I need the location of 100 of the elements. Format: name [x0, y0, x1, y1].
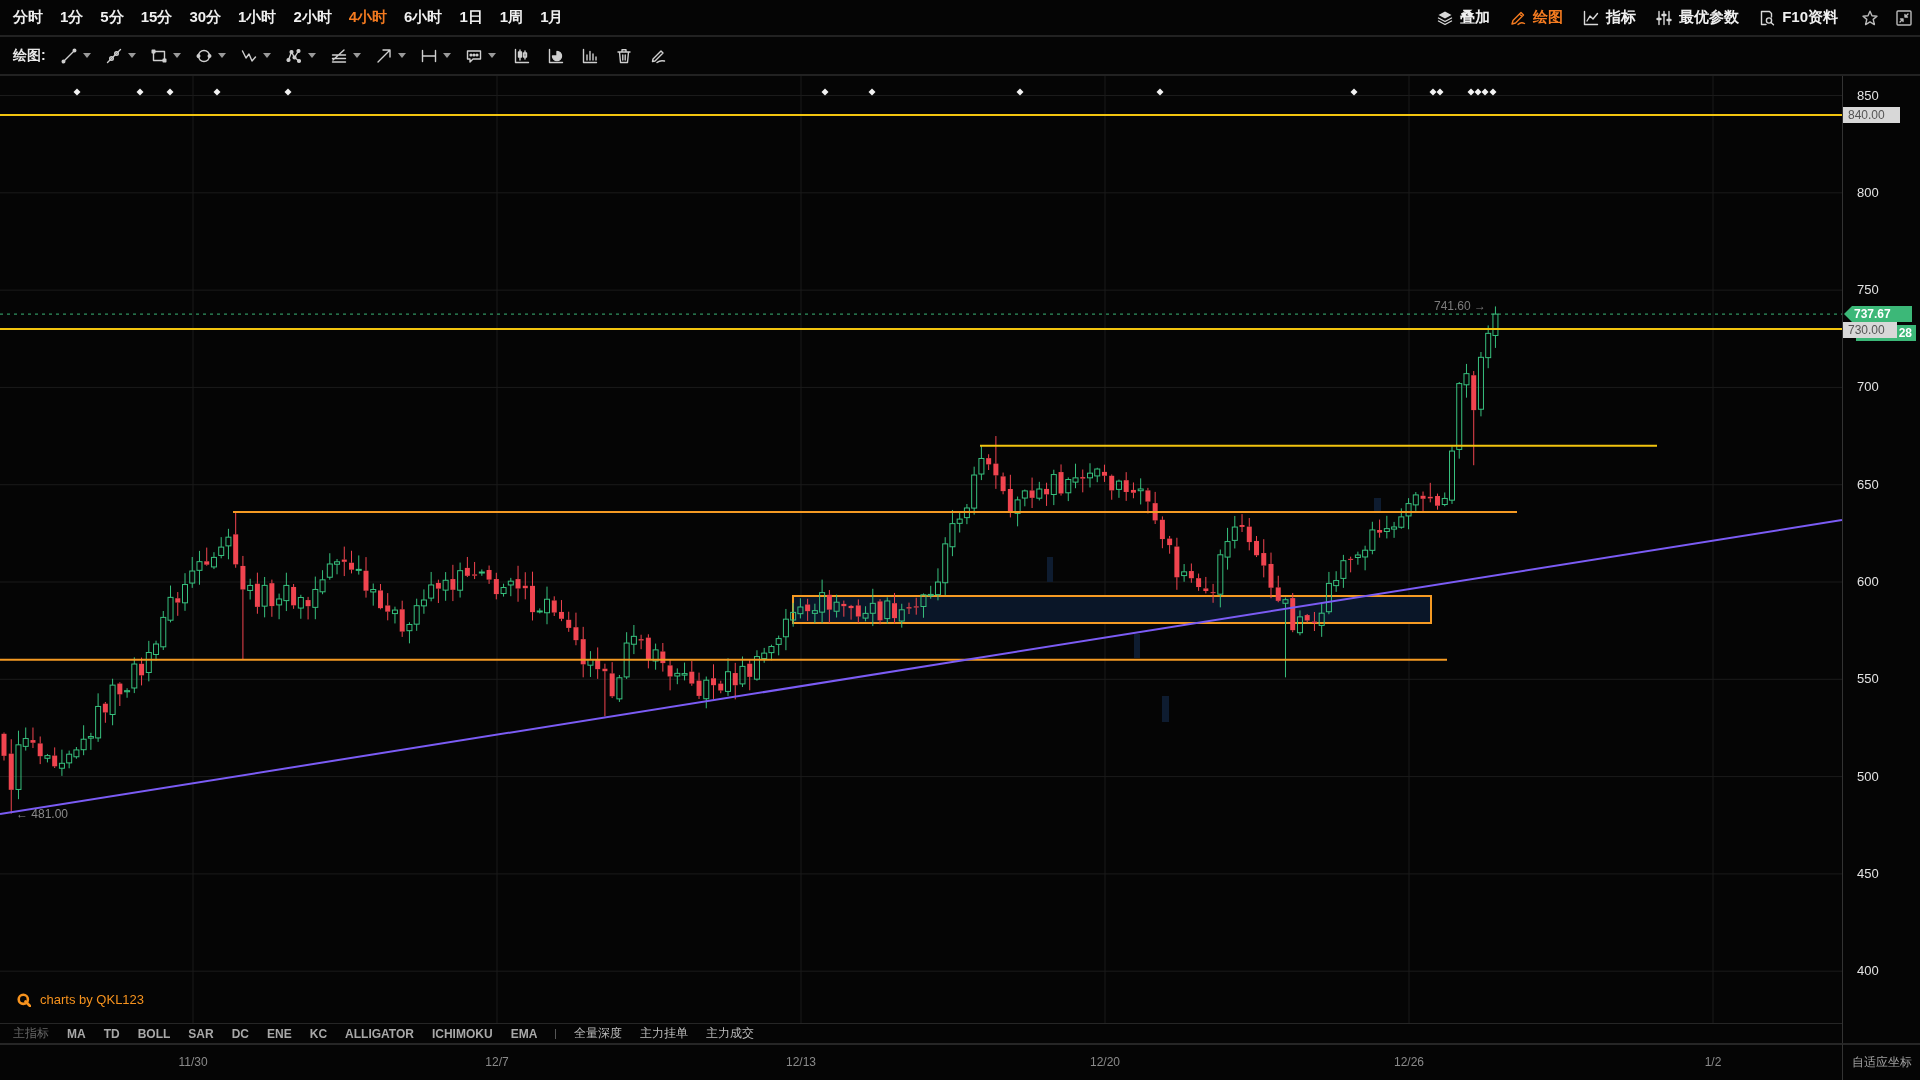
event-marker	[868, 88, 876, 96]
period-tab[interactable]: 分时	[13, 8, 43, 27]
depth-link[interactable]: 主力成交	[706, 1025, 755, 1042]
indicator-label: 主指标	[13, 1025, 49, 1042]
indicator-link[interactable]: ICHIMOKU	[431, 1026, 493, 1041]
caret-icon[interactable]	[127, 53, 136, 58]
caret-icon[interactable]	[442, 53, 451, 58]
event-marker	[136, 88, 144, 96]
shaded-bar	[1134, 634, 1140, 658]
date-label: 12/26	[1394, 1055, 1424, 1069]
price-tick-label: 550	[1857, 671, 1879, 687]
price-tick-label: 750	[1857, 282, 1879, 298]
last-price-tag: 737.67	[1844, 306, 1912, 322]
period-tab[interactable]: 15分	[140, 8, 173, 27]
price-tick-label: 700	[1857, 379, 1879, 395]
indicator-link[interactable]: ALLIGATOR	[345, 1026, 414, 1041]
trash-icon[interactable]	[615, 47, 632, 64]
price-level-tag: 730.00	[1843, 322, 1897, 338]
credit-text: charts by QKL123	[40, 992, 145, 1007]
toolbar-label: 绘图:	[13, 46, 46, 65]
period-tab[interactable]: 30分	[189, 8, 222, 27]
price-tick-label: 800	[1857, 184, 1879, 200]
event-marker	[1156, 88, 1164, 96]
speech-bubble-icon[interactable]	[465, 47, 482, 64]
diagonal-line-icon[interactable]	[60, 47, 77, 64]
period-tab[interactable]: 4小时	[348, 8, 388, 27]
indicator-link[interactable]: TD	[103, 1026, 120, 1041]
event-marker	[213, 88, 221, 96]
line-with-points-icon[interactable]	[105, 47, 122, 64]
measure-icon[interactable]	[420, 47, 437, 64]
price-tick-label: 400	[1857, 963, 1879, 979]
date-label: 12/13	[786, 1055, 816, 1069]
shaded-bar	[1374, 498, 1381, 512]
caret-icon[interactable]	[397, 53, 406, 58]
price-tick-label: 600	[1857, 574, 1879, 589]
zigzag-icon[interactable]	[240, 47, 257, 64]
low-price-note: ← 481.00	[16, 807, 69, 821]
price-tick-label: 850	[1857, 87, 1879, 103]
collapse-icon[interactable]	[1896, 9, 1912, 26]
date-label: 12/20	[1090, 1055, 1120, 1069]
toolbar-button[interactable]: 叠加	[1437, 8, 1491, 27]
period-tab[interactable]: 1日	[459, 8, 483, 27]
indicator-link[interactable]: DC	[231, 1026, 250, 1041]
shaded-bar	[1162, 696, 1169, 722]
caret-icon[interactable]	[307, 53, 316, 58]
arrow-icon[interactable]	[375, 47, 392, 64]
caret-icon[interactable]	[352, 53, 361, 58]
date-label: 1/2	[1704, 1055, 1722, 1069]
shaded-bar	[1047, 557, 1053, 582]
event-marker	[284, 88, 292, 96]
star-icon[interactable]	[1862, 9, 1878, 26]
parallel-lines-icon[interactable]	[330, 47, 347, 64]
depth-link[interactable]: 全量深度	[574, 1025, 623, 1042]
period-tab[interactable]: 1周	[499, 8, 524, 27]
toolbar-button[interactable]: 最优参数	[1656, 8, 1740, 27]
caret-icon[interactable]	[262, 53, 271, 58]
indicator-link[interactable]: ENE	[267, 1026, 292, 1041]
price-level-tag: 840.00	[1843, 107, 1900, 123]
pen-icon	[1510, 9, 1527, 26]
caret-icon[interactable]	[217, 53, 226, 58]
event-marker	[166, 88, 174, 96]
event-marker	[73, 88, 81, 96]
toolbar-button[interactable]: 绘图	[1510, 8, 1564, 27]
sliders-icon	[1656, 9, 1673, 26]
caret-icon[interactable]	[487, 53, 496, 58]
candlestick-icon[interactable]	[513, 47, 530, 64]
period-tab[interactable]: 2小时	[293, 8, 332, 27]
price-tick-label: 650	[1857, 476, 1879, 492]
price-tick-label: 500	[1857, 768, 1879, 784]
caret-icon[interactable]	[172, 53, 181, 58]
pie-chart-icon[interactable]	[547, 47, 564, 64]
line-chart-icon	[1583, 9, 1600, 26]
indicator-link[interactable]: KC	[309, 1026, 328, 1041]
logo-icon	[17, 992, 31, 1007]
indicator-link[interactable]: MA	[67, 1026, 86, 1041]
circle-icon[interactable]	[195, 47, 212, 64]
document-search-icon	[1759, 9, 1776, 26]
rectangle-icon[interactable]	[150, 47, 167, 64]
layers-icon	[1437, 9, 1454, 26]
price-tick-label: 450	[1857, 865, 1879, 881]
period-tab[interactable]: 1小时	[238, 8, 277, 27]
period-tab[interactable]: 5分	[100, 8, 124, 27]
toolbar-button[interactable]: F10资料	[1759, 8, 1838, 27]
period-tab[interactable]: 1分	[60, 8, 84, 27]
indicator-link[interactable]: BOLL	[137, 1026, 171, 1041]
high-price-note: 741.60 →	[1434, 299, 1487, 313]
indicator-link[interactable]: EMA	[510, 1026, 538, 1041]
event-marker	[821, 88, 829, 96]
indicator-link[interactable]: SAR	[188, 1026, 214, 1041]
toolbar-button[interactable]: 指标	[1583, 8, 1637, 27]
period-tab[interactable]: 1月	[540, 8, 564, 27]
date-label: 12/7	[485, 1055, 509, 1069]
period-tab[interactable]: 6小时	[404, 8, 443, 27]
event-marker	[1350, 88, 1358, 96]
date-label: 11/30	[178, 1055, 208, 1069]
depth-link[interactable]: 主力挂单	[640, 1025, 689, 1042]
bar-chart-icon[interactable]	[581, 47, 598, 64]
node-network-icon[interactable]	[285, 47, 302, 64]
axis-mode-button[interactable]: 自适应坐标	[1851, 1054, 1912, 1071]
caret-icon[interactable]	[82, 53, 91, 58]
